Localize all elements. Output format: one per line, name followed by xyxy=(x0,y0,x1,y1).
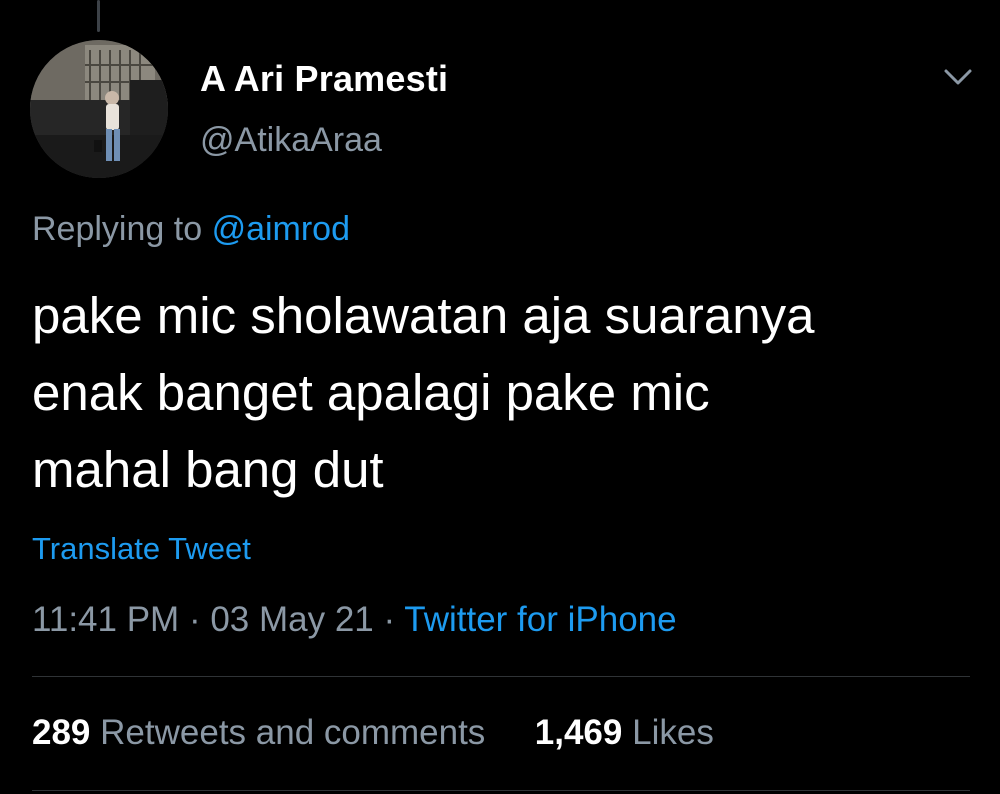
likes-count: 1,469 xyxy=(534,713,623,752)
translate-tweet-link[interactable]: Translate Tweet xyxy=(32,531,251,567)
meta-separator: · xyxy=(383,600,396,639)
divider xyxy=(32,790,970,791)
replying-to-label: Replying to xyxy=(32,210,203,248)
avatar-photo xyxy=(30,40,168,178)
tweet-text-line: mahal bang dut xyxy=(32,441,384,498)
tweet-text: pake mic sholawatan aja suaranya enak ba… xyxy=(32,277,982,508)
replying-to-mention-link[interactable]: @aimrod xyxy=(212,210,350,248)
tweet-source-link[interactable]: Twitter for iPhone xyxy=(404,600,676,639)
tweet-date: 03 May 21 xyxy=(210,600,374,639)
chevron-down-icon xyxy=(944,69,972,85)
tweet-metadata: 11:41 PM · 03 May 21 · Twitter for iPhon… xyxy=(32,600,677,640)
tweet-text-line: pake mic sholawatan aja suaranya xyxy=(32,287,815,344)
display-name[interactable]: A Ari Pramesti xyxy=(200,58,448,100)
tweet-stats: 289 Retweets and comments 1,469 Likes xyxy=(32,713,714,753)
thread-connector-line xyxy=(97,0,100,32)
divider xyxy=(32,676,970,677)
likes-stat[interactable]: 1,469 Likes xyxy=(535,713,714,752)
retweets-stat[interactable]: 289 Retweets and comments xyxy=(32,713,495,752)
retweets-label: Retweets and comments xyxy=(100,713,486,752)
reply-context: Replying to @aimrod xyxy=(32,210,350,249)
username-handle[interactable]: @AtikaAraa xyxy=(200,121,382,160)
likes-label: Likes xyxy=(632,713,714,752)
retweets-count: 289 xyxy=(32,713,91,752)
tweet-text-line: enak banget apalagi pake mic xyxy=(32,364,710,421)
tweet-time: 11:41 PM xyxy=(32,600,180,639)
more-options-button[interactable] xyxy=(938,62,978,92)
meta-separator: · xyxy=(188,600,201,639)
avatar[interactable] xyxy=(30,40,168,178)
